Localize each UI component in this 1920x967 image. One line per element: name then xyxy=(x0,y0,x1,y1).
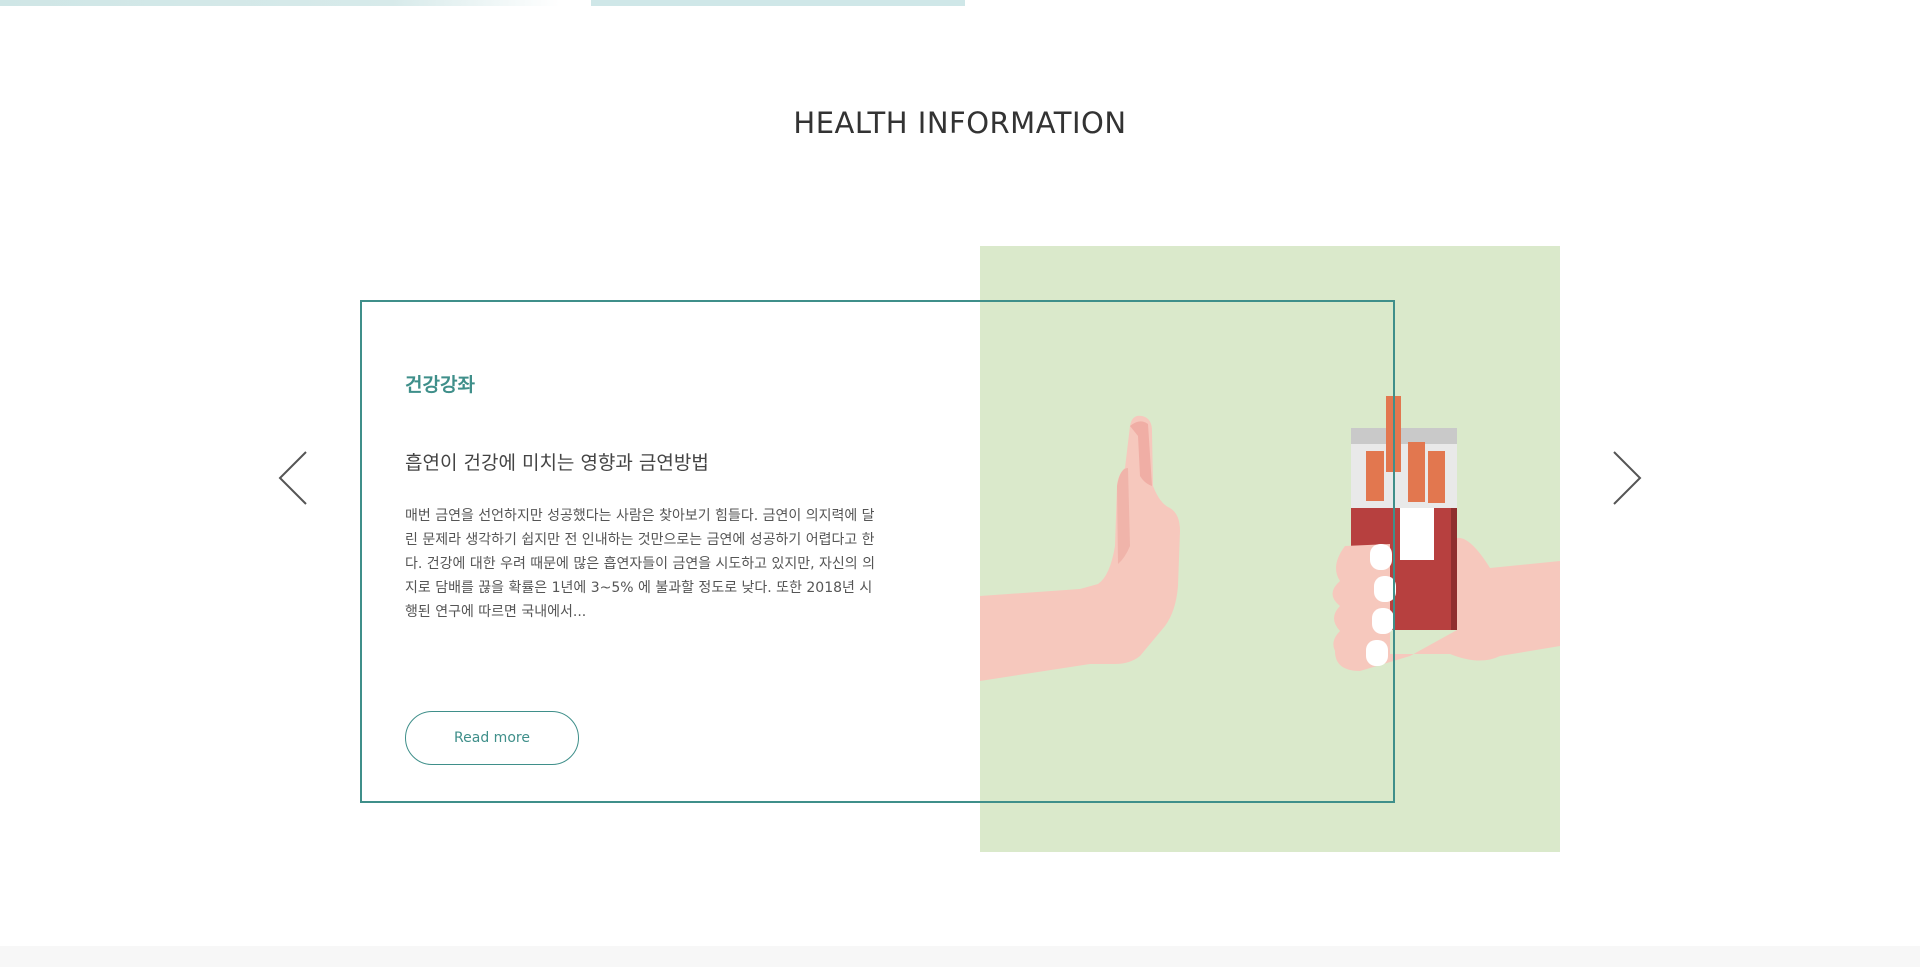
cigarette-icon xyxy=(1428,451,1445,503)
cigarette-icon xyxy=(1366,451,1384,501)
stop-smoking-illustration xyxy=(980,396,1560,681)
cigarette-icon xyxy=(1408,442,1425,502)
fingernail-icon xyxy=(1370,544,1392,570)
fingernail-icon xyxy=(1366,640,1388,666)
read-more-button[interactable]: Read more xyxy=(405,711,579,765)
pack-side-icon xyxy=(1451,508,1457,630)
top-decorative-strip-secondary xyxy=(591,0,965,6)
article-excerpt: 매번 금연을 선언하지만 성공했다는 사람은 찾아보기 힘들다. 금연이 의지력… xyxy=(405,508,876,620)
fingernail-icon xyxy=(1374,576,1396,602)
prev-slide-button[interactable] xyxy=(276,446,316,510)
thumb-left-icon xyxy=(1117,468,1130,564)
next-slide-button[interactable] xyxy=(1604,446,1644,510)
smoking-illustration xyxy=(980,246,1560,852)
pack-label-icon xyxy=(1400,508,1434,560)
chevron-left-icon xyxy=(278,451,307,505)
pack-lid-icon xyxy=(1351,428,1457,444)
health-information-page: HEALTH INFORMATION 건강강좌 흡연이 건강에 미치는 영향과 … xyxy=(0,0,1920,967)
footer-band xyxy=(0,946,1920,967)
section-title: HEALTH INFORMATION xyxy=(793,106,1127,140)
article-card-content: 건강강좌 흡연이 건강에 미치는 영향과 금연방법 매번 금연을 선언하지만 성… xyxy=(405,370,875,620)
chevron-right-icon xyxy=(1613,451,1642,505)
article-headline[interactable]: 흡연이 건강에 미치는 영향과 금연방법 xyxy=(405,448,925,475)
article-category: 건강강좌 xyxy=(405,374,475,396)
top-decorative-strip xyxy=(0,0,560,6)
fingernail-icon xyxy=(1372,608,1394,634)
cigarette-icon xyxy=(1386,396,1401,472)
